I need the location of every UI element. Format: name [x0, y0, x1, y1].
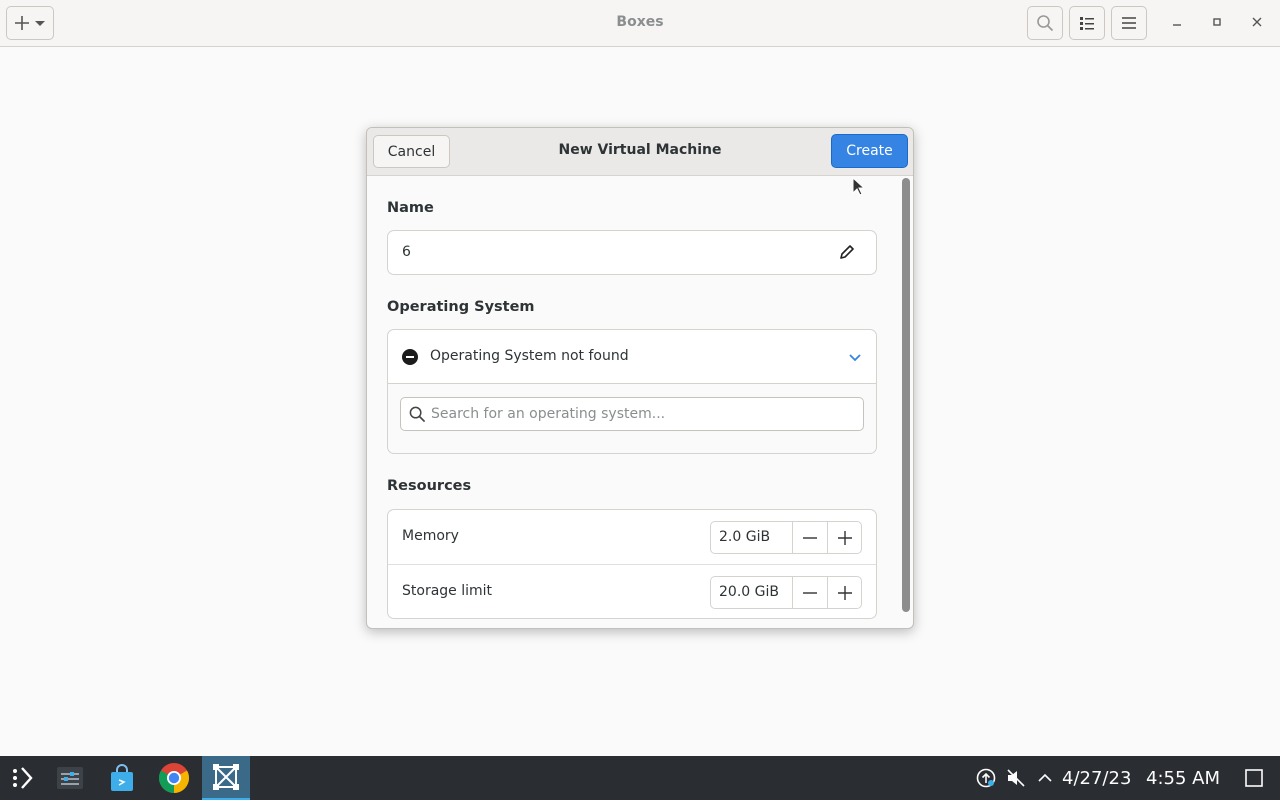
storage-spinbutton[interactable]: 20.0 GiB: [710, 576, 862, 609]
storage-increase-button[interactable]: [827, 577, 862, 608]
volume-muted-icon[interactable]: [1006, 768, 1026, 788]
taskbar: 4/27/23 4:55 AM: [0, 756, 1280, 800]
mouse-cursor-icon: [852, 177, 866, 196]
maximize-icon: [1213, 18, 1221, 26]
network-update-icon[interactable]: [976, 768, 996, 788]
dialog-body: Name 6 Operating System Operating System…: [367, 176, 901, 628]
memory-spinbutton[interactable]: 2.0 GiB: [710, 521, 862, 554]
search-button[interactable]: [1027, 6, 1063, 40]
main-menu-button[interactable]: [1111, 6, 1147, 40]
minimize-button[interactable]: [1167, 12, 1187, 32]
new-vm-dialog: Cancel New Virtual Machine Create Name 6…: [366, 127, 914, 629]
shopping-bag-icon: [111, 764, 133, 791]
minimize-icon: [1173, 24, 1181, 26]
chevron-down-icon[interactable]: [848, 350, 862, 364]
name-section-title: Name: [387, 200, 434, 216]
taskbar-boxes[interactable]: [202, 756, 250, 800]
os-search-input[interactable]: [431, 406, 851, 422]
tray-expand-icon[interactable]: [1037, 770, 1053, 786]
pencil-icon[interactable]: [838, 243, 856, 261]
os-expander-row[interactable]: Operating System not found: [388, 330, 876, 384]
dialog-scrollbar[interactable]: [902, 178, 910, 612]
memory-value[interactable]: 2.0 GiB: [719, 529, 770, 545]
search-icon: [409, 406, 426, 423]
memory-increase-button[interactable]: [827, 522, 862, 553]
memory-decrease-button[interactable]: [792, 522, 827, 553]
storage-value[interactable]: 20.0 GiB: [719, 584, 779, 600]
close-icon: [1252, 17, 1262, 27]
taskbar-chrome[interactable]: [154, 758, 194, 798]
os-not-found-icon: [402, 349, 418, 365]
name-value[interactable]: 6: [402, 244, 411, 260]
dialog-header: Cancel New Virtual Machine Create: [367, 128, 913, 176]
settings-sliders-icon: [57, 767, 83, 789]
hamburger-menu-icon: [1122, 17, 1136, 29]
taskbar-system-settings[interactable]: [50, 758, 90, 798]
storage-label: Storage limit: [402, 583, 493, 599]
chrome-icon: [158, 763, 190, 793]
minus-icon: [803, 536, 817, 539]
memory-row: Memory 2.0 GiB: [388, 510, 876, 565]
os-search-field[interactable]: [400, 397, 864, 431]
view-toggle-button[interactable]: [1069, 6, 1105, 40]
list-view-icon: [1080, 17, 1094, 30]
os-section-title: Operating System: [387, 299, 535, 315]
memory-label: Memory: [402, 528, 459, 544]
create-button[interactable]: Create: [831, 134, 908, 168]
os-status-label: Operating System not found: [430, 348, 629, 364]
resources-card: Memory 2.0 GiB Storage limit 20.0 GiB: [387, 509, 877, 619]
storage-decrease-button[interactable]: [792, 577, 827, 608]
boxes-app-icon: [213, 764, 239, 790]
app-launcher-button[interactable]: [2, 758, 42, 798]
plus-icon: [838, 530, 852, 545]
storage-row: Storage limit 20.0 GiB: [388, 565, 876, 620]
taskbar-date[interactable]: 4/27/23: [1062, 768, 1131, 789]
search-icon: [1037, 15, 1054, 32]
plus-icon: [838, 585, 852, 600]
name-entry-row[interactable]: 6: [387, 230, 877, 275]
minus-icon: [803, 591, 817, 594]
maximize-button[interactable]: [1207, 12, 1227, 32]
resources-section-title: Resources: [387, 478, 472, 494]
os-expander: Operating System not found: [387, 329, 877, 454]
taskbar-software-store[interactable]: [102, 758, 142, 798]
taskbar-clock[interactable]: 4:55 AM: [1146, 768, 1220, 789]
close-button[interactable]: [1247, 12, 1267, 32]
launcher-icon: [13, 767, 33, 789]
show-desktop-icon[interactable]: [1245, 769, 1263, 787]
app-headerbar: Boxes: [0, 0, 1280, 47]
